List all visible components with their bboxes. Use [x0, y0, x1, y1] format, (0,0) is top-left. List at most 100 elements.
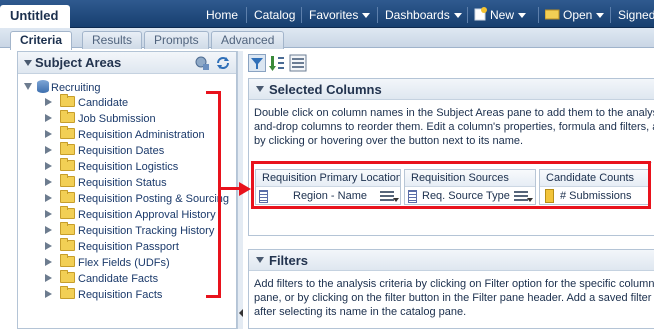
tree-folder-label: Requisition Tracking History — [78, 225, 215, 237]
tab-prompts[interactable]: Prompts — [144, 31, 209, 49]
filters-help-line: after selecting its name in the catalog … — [254, 306, 467, 318]
annotation-bracket — [218, 91, 221, 298]
tree-folder-label: Requisition Posting & Sourcing — [78, 193, 230, 205]
collapsed-triangle-icon[interactable] — [45, 226, 52, 234]
collapsed-triangle-icon[interactable] — [45, 178, 52, 186]
nav-separator — [610, 7, 611, 23]
tree-folder-item[interactable]: Requisition Posting & Sourcing — [45, 190, 230, 208]
nav-separator — [301, 7, 302, 23]
collapsed-triangle-icon[interactable] — [45, 274, 52, 282]
chevron-down-icon — [596, 13, 605, 18]
annotation-highlight-box — [251, 161, 651, 209]
chevron-down-icon — [362, 13, 371, 18]
annotation-bracket-bottom — [206, 295, 221, 298]
tree-root-label: Recruiting — [51, 82, 101, 94]
nav-catalog-link[interactable]: Catalog — [254, 0, 295, 28]
expanded-triangle-icon[interactable] — [24, 83, 32, 90]
tree-folder-item[interactable]: Requisition Administration — [45, 126, 205, 144]
sql-icon[interactable] — [289, 54, 307, 72]
nav-new-menu[interactable]: New — [474, 0, 527, 28]
nav-separator — [246, 7, 247, 23]
nav-favorites-label: Favorites — [309, 8, 359, 22]
nav-dashboards-label: Dashboards — [385, 8, 450, 22]
folder-icon — [60, 286, 75, 299]
nav-open-menu[interactable]: Open — [544, 0, 605, 28]
tree-folder-item[interactable]: Candidate — [45, 94, 129, 112]
tree-folder-label: Requisition Approval History — [78, 209, 216, 221]
criteria-toolbar — [244, 51, 654, 75]
editor-tab-bar: Criteria Results Prompts Advanced — [0, 28, 654, 50]
collapsed-triangle-icon[interactable] — [45, 242, 52, 250]
annotation-bracket-top — [206, 91, 221, 94]
collapsed-triangle-icon[interactable] — [45, 194, 52, 202]
new-document-icon — [474, 7, 487, 21]
analysis-title: Untitled — [0, 5, 70, 29]
folder-icon — [60, 94, 75, 107]
add-subject-area-icon[interactable] — [194, 55, 210, 71]
folder-icon — [60, 190, 75, 203]
collapsed-triangle-icon[interactable] — [45, 210, 52, 218]
subject-areas-pane: Subject Areas Recruiting Candidate Job Sub… — [17, 51, 237, 329]
folder-icon — [60, 238, 75, 251]
annotation-arrow-shaft — [221, 187, 241, 190]
collapse-triangle-icon[interactable] — [24, 60, 32, 66]
tree-folder-item[interactable]: Requisition Facts — [45, 286, 163, 304]
collapsed-triangle-icon[interactable] — [45, 146, 52, 154]
tree-folder-item[interactable]: Requisition Tracking History — [45, 222, 215, 240]
folder-icon — [60, 174, 75, 187]
collapse-left-arrow-icon[interactable] — [239, 309, 243, 317]
tree-folder-label: Requisition Administration — [78, 129, 205, 141]
nav-home-link[interactable]: Home — [206, 0, 238, 28]
chevron-down-icon — [453, 13, 462, 18]
collapsed-triangle-icon[interactable] — [45, 98, 52, 106]
refresh-icon[interactable] — [215, 55, 231, 71]
tree-folder-item[interactable]: Requisition Approval History — [45, 206, 216, 224]
folder-icon — [60, 126, 75, 139]
tree-folder-label: Job Submission — [78, 113, 156, 125]
collapsed-triangle-icon[interactable] — [45, 130, 52, 138]
collapsed-triangle-icon[interactable] — [45, 114, 52, 122]
folder-icon — [60, 206, 75, 219]
folder-icon — [60, 270, 75, 283]
tab-criteria[interactable]: Criteria — [10, 31, 73, 50]
folder-icon — [60, 110, 75, 123]
sort-icon[interactable] — [268, 54, 286, 72]
selected-columns-help-line: and-drop columns to reorder them. Edit a… — [254, 121, 654, 133]
database-icon — [37, 80, 49, 93]
global-header: Untitled Home Catalog Favorites Dashboar… — [0, 0, 654, 29]
filters-title: Filters — [269, 253, 309, 268]
collapsed-triangle-icon[interactable] — [45, 290, 52, 298]
selected-columns-title: Selected Columns — [269, 82, 382, 97]
collapsed-triangle-icon[interactable] — [45, 162, 52, 170]
annotation-arrow-icon — [239, 182, 251, 196]
tab-advanced[interactable]: Advanced — [211, 31, 285, 49]
tree-folder-label: Candidate Facts — [78, 273, 159, 285]
subject-areas-title: Subject Areas — [35, 55, 122, 70]
filters-pane: Filters Add filters to the analysis crit… — [248, 249, 654, 329]
collapse-triangle-icon[interactable] — [256, 257, 264, 263]
nav-dashboards-menu[interactable]: Dashboards — [385, 0, 462, 28]
filter-icon[interactable] — [248, 54, 266, 72]
filters-help-line: Add filters to the analysis criteria by … — [254, 278, 654, 290]
folder-icon — [60, 222, 75, 235]
tree-folder-label: Candidate — [78, 97, 129, 109]
tree-folder-label: Requisition Logistics — [78, 161, 179, 173]
tree-folder-label: Requisition Passport — [78, 241, 179, 253]
collapsed-triangle-icon[interactable] — [45, 258, 52, 266]
nav-signed-in-menu[interactable]: Signed — [618, 0, 654, 28]
nav-separator — [538, 7, 539, 23]
collapse-triangle-icon[interactable] — [256, 86, 264, 92]
tree-folder-label: Flex Fields (UDFs) — [78, 257, 170, 269]
filters-header: Filters — [249, 250, 654, 271]
selected-columns-pane: Selected Columns Double click on column … — [248, 78, 654, 236]
selected-columns-help-line: Double click on column names in the Subj… — [254, 107, 654, 119]
nav-favorites-menu[interactable]: Favorites — [309, 0, 371, 28]
nav-separator — [377, 7, 378, 23]
tree-folder-label: Requisition Dates — [78, 145, 165, 157]
folder-icon — [60, 142, 75, 155]
tab-results[interactable]: Results — [82, 31, 143, 49]
tree-folder-label: Requisition Facts — [78, 289, 163, 301]
folder-icon — [60, 158, 75, 171]
open-folder-icon — [544, 9, 560, 20]
nav-separator — [467, 7, 468, 23]
